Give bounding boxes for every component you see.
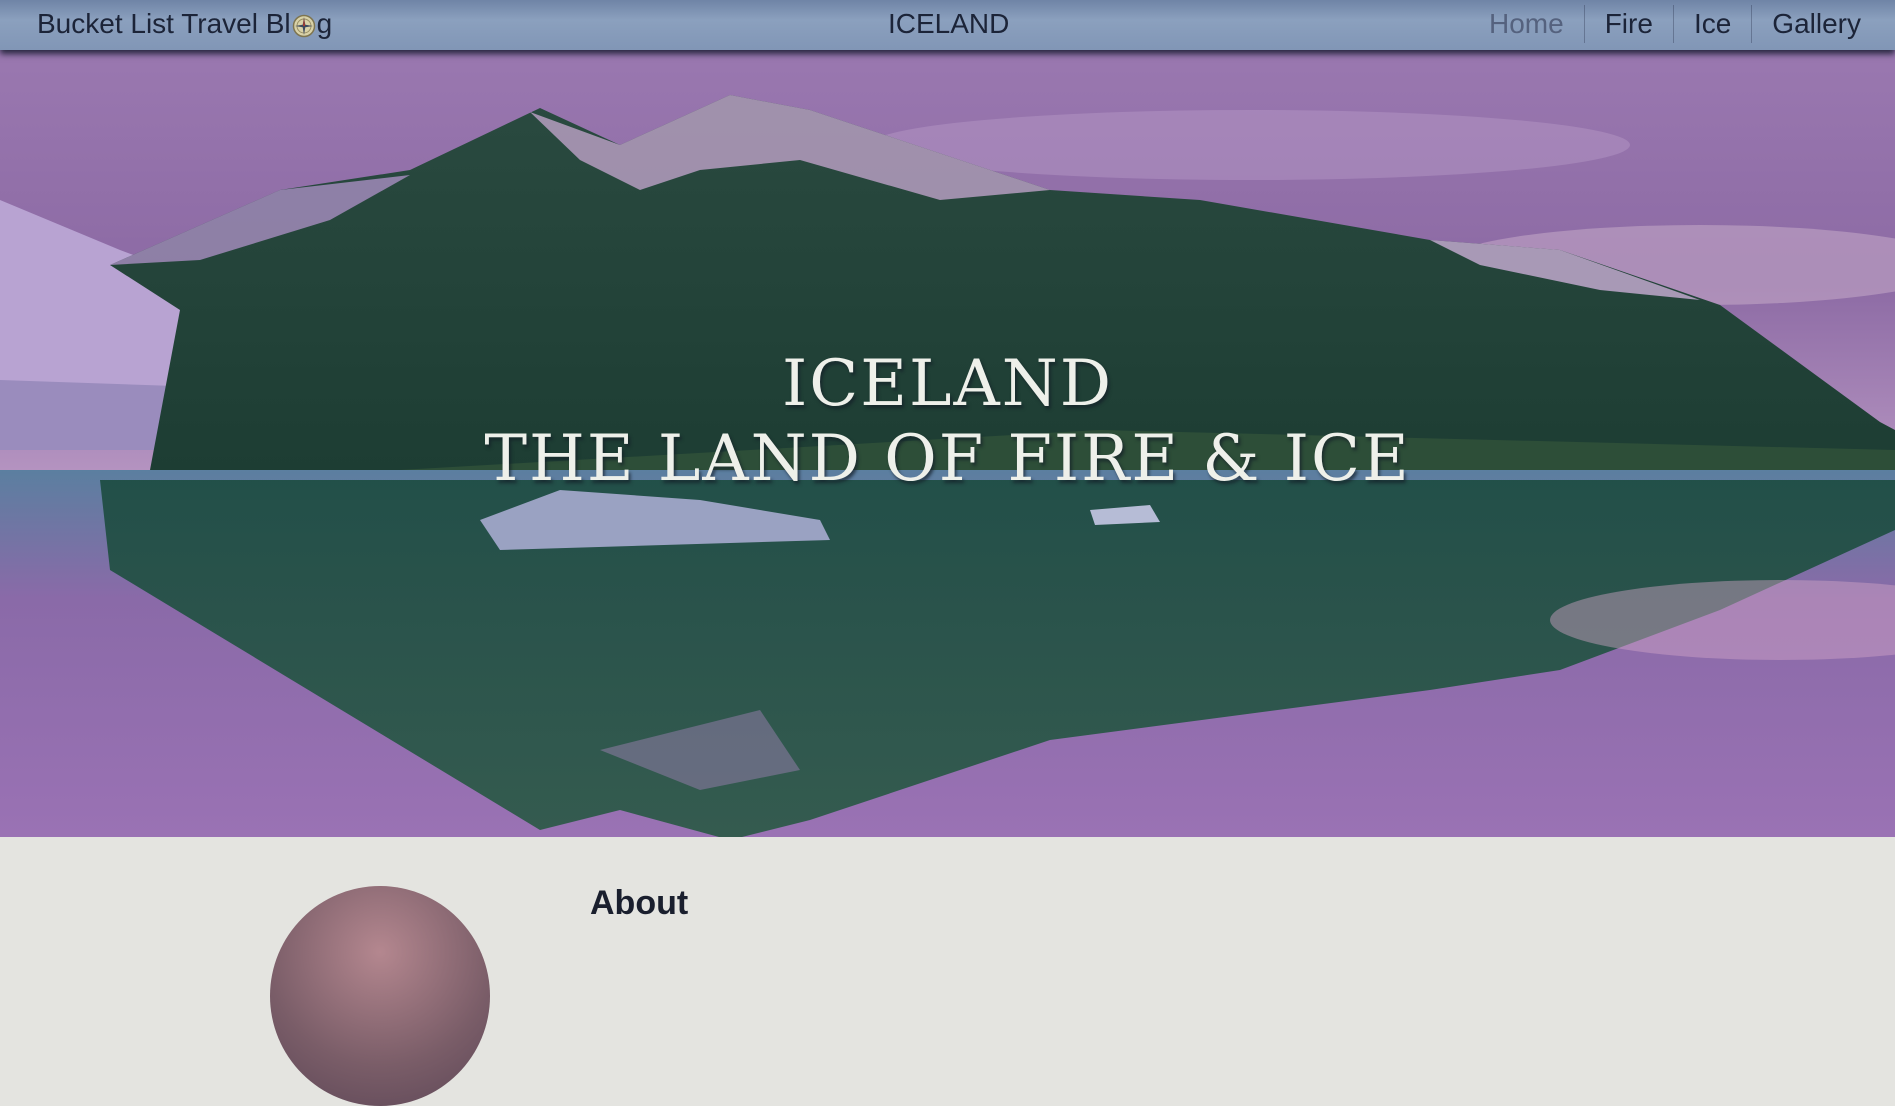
hero-title: ICELAND [782, 347, 1113, 421]
nav-links: Home Fire Ice Gallery [1469, 0, 1895, 48]
brand-text-start: Bucket List Travel Bl [37, 8, 291, 39]
nav-link-gallery[interactable]: Gallery [1751, 5, 1895, 43]
about-avatar [270, 886, 490, 1106]
nav-link-fire[interactable]: Fire [1583, 5, 1673, 43]
nav-link-ice[interactable]: Ice [1672, 5, 1751, 43]
top-navbar: Bucket List Travel Bl g ICELAND Home Fir… [0, 0, 1895, 50]
site-brand[interactable]: Bucket List Travel Bl g [37, 8, 332, 40]
about-heading: About [590, 884, 689, 922]
hero-banner: ICELAND THE LAND OF FIRE & ICE [0, 50, 1895, 837]
page-title: ICELAND [888, 8, 1010, 39]
compass-icon [292, 13, 316, 38]
brand-text-end: g [316, 8, 333, 39]
nav-link-home[interactable]: Home [1469, 5, 1584, 43]
hero-subtitle: THE LAND OF FIRE & ICE [484, 422, 1411, 496]
